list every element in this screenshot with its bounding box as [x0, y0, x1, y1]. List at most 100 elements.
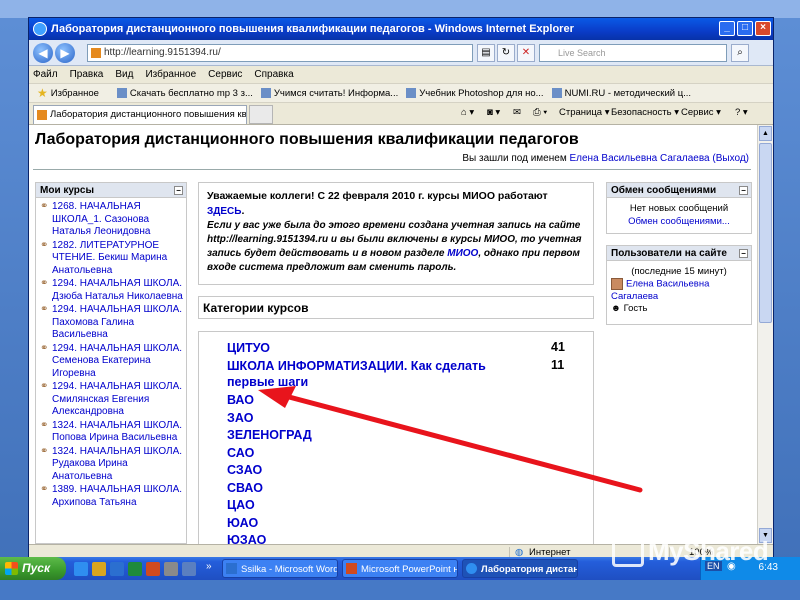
vertical-scrollbar[interactable]: ▲ ▼ — [757, 125, 773, 544]
page-menu[interactable]: Страница ▾ — [559, 107, 609, 118]
taskbar-item-word[interactable]: Ssilka - Microsoft Word н... — [222, 559, 338, 578]
online-users-header: Пользователи на сайте − — [607, 246, 751, 261]
excel-quicklaunch-icon[interactable] — [128, 562, 142, 576]
category-link-continued[interactable]: первые шаги — [227, 374, 308, 390]
no-messages-text: Нет новых сообщений — [629, 203, 729, 214]
tools-menu[interactable]: Сервис ▾ — [681, 107, 721, 118]
messages-block: Обмен сообщениями − Нет новых сообщений … — [606, 182, 752, 234]
category-link[interactable]: ЗЕЛЕНОГРАД — [227, 427, 312, 443]
header-divider — [33, 169, 751, 170]
category-link[interactable]: СЗАО — [227, 462, 262, 478]
print-icon[interactable]: ⎙ ▾ — [533, 107, 547, 118]
close-button[interactable]: × — [755, 21, 771, 36]
categories-list: ЦИТУО 41 ШКОЛА ИНФОРМАТИЗАЦИИ. Как сдела… — [198, 331, 594, 544]
search-icon[interactable]: ⌕ — [731, 44, 749, 62]
favorites-bar: ★ Избранное Скачать бесплатно mp 3 з... … — [29, 83, 773, 103]
search-input[interactable]: Live Search — [539, 44, 727, 62]
list-item: ⚭ 1268. НАЧАЛЬНАЯ ШКОЛА_1. Сазонова Натал… — [40, 201, 151, 237]
avatar — [611, 278, 623, 290]
category-link[interactable]: ЮЗАО — [227, 532, 266, 544]
category-link[interactable]: ЦАО — [227, 497, 255, 513]
ie-logo-icon — [33, 22, 47, 36]
announcement-box: Уважаемые коллеги! С 22 февраля 2010 г. … — [198, 182, 594, 285]
menu-tools[interactable]: Сервис — [208, 69, 242, 80]
mail-icon[interactable]: ✉ — [513, 107, 521, 118]
categories-header: Категории курсов — [198, 296, 594, 319]
category-link[interactable]: ВАО — [227, 392, 254, 408]
category-count: 11 — [551, 358, 565, 372]
category-link[interactable]: САО — [227, 445, 254, 461]
forward-button[interactable]: ▶ — [55, 43, 75, 63]
menu-file[interactable]: Файл — [33, 69, 58, 80]
user-profile-link[interactable]: Елена Васильевна Сагалаева — [569, 153, 709, 164]
online-users-block: Пользователи на сайте − (последние 15 ми… — [606, 245, 752, 325]
slide-background-bottom — [0, 580, 800, 600]
category-link[interactable]: ШКОЛА ИНФОРМАТИЗАЦИИ. Как сделать — [227, 358, 486, 374]
favorite-link-1[interactable]: Скачать бесплатно mp 3 з... — [116, 88, 253, 99]
logout-link[interactable]: (Выход) — [712, 153, 749, 164]
messages-link[interactable]: Обмен сообщениями... — [628, 216, 730, 227]
mioo-link[interactable]: МИОО — [447, 248, 478, 259]
course-icon: ⚭ — [40, 304, 49, 315]
refresh-icon[interactable]: ↻ — [497, 44, 515, 62]
home-icon[interactable]: ⌂ ▾ — [461, 107, 474, 118]
menu-view[interactable]: Вид — [115, 69, 133, 80]
my-courses-header: Мои курсы − — [36, 183, 186, 198]
maximize-button[interactable]: □ — [737, 21, 753, 36]
scroll-thumb[interactable] — [759, 143, 772, 323]
favorite-link-4[interactable]: NUMI.RU - методический ц... — [551, 88, 691, 99]
menu-favorites[interactable]: Избранное — [145, 69, 196, 80]
address-toolbar: ◀ ▶ http://learning.9151394.ru/ ▤ ↻ ✕ Li… — [29, 40, 773, 66]
category-link[interactable]: СВАО — [227, 480, 263, 496]
menu-edit[interactable]: Правка — [70, 69, 104, 80]
word-quicklaunch-icon[interactable] — [110, 562, 124, 576]
app-quicklaunch-icon[interactable] — [182, 562, 196, 576]
category-link[interactable]: ЮАО — [227, 515, 258, 531]
collapse-icon[interactable]: − — [739, 186, 748, 195]
category-link[interactable]: ЗАО — [227, 410, 253, 426]
safety-menu[interactable]: Безопасность ▾ — [611, 107, 679, 118]
ie-window: Лаборатория дистанционного повышения ква… — [28, 17, 774, 563]
stop-icon[interactable]: ✕ — [517, 44, 535, 62]
online-user-link[interactable]: Елена Васильевна Сагалаева — [611, 279, 709, 302]
favorite-link-3[interactable]: Учебник Photoshop для но... — [406, 88, 544, 99]
powerpoint-quicklaunch-icon[interactable] — [146, 562, 160, 576]
start-button[interactable]: Пуск — [0, 557, 66, 580]
menu-help[interactable]: Справка — [254, 69, 293, 80]
window-title: Лаборатория дистанционного повышения ква… — [51, 23, 574, 35]
course-list: ⚭ 1268. НАЧАЛЬНАЯ ШКОЛА_1. Сазонова Натал… — [36, 198, 186, 509]
course-icon: ⚭ — [40, 419, 49, 431]
app-quicklaunch-icon[interactable] — [164, 562, 178, 576]
scroll-up-icon[interactable]: ▲ — [759, 126, 772, 141]
page-title: Лаборатория дистанционного повышения ква… — [35, 131, 579, 148]
course-icon: ⚭ — [40, 445, 49, 457]
more-quicklaunch-icon[interactable]: » — [206, 561, 212, 572]
guest-label: Гость — [623, 302, 648, 314]
taskbar-item-ie[interactable]: Лаборатория дистан... — [462, 559, 578, 578]
feeds-icon[interactable]: ◙ ▾ — [487, 107, 500, 118]
address-input[interactable]: http://learning.9151394.ru/ — [87, 44, 473, 62]
folder-quicklaunch-icon[interactable] — [92, 562, 106, 576]
minimize-button[interactable]: _ — [719, 21, 735, 36]
course-icon: ⚭ — [40, 239, 49, 251]
login-info: Вы зашли под именем Елена Васильевна Саг… — [462, 153, 749, 164]
watermark-logo-icon — [612, 539, 644, 568]
window-titlebar[interactable]: Лаборатория дистанционного повышения ква… — [29, 18, 773, 40]
help-icon[interactable]: ? ▾ — [735, 107, 748, 118]
page-icon — [551, 88, 562, 98]
new-tab-button[interactable] — [249, 105, 273, 124]
list-item: ⚭ 1294. НАЧАЛЬНАЯ ШКОЛА. Семенова Екатери… — [40, 342, 183, 379]
compatibility-icon[interactable]: ▤ — [477, 44, 495, 62]
collapse-icon[interactable]: − — [174, 186, 183, 195]
messages-header: Обмен сообщениями − — [607, 183, 751, 198]
category-link[interactable]: ЦИТУО — [227, 340, 270, 356]
site-favicon-icon — [91, 48, 101, 58]
tab-active[interactable]: Лаборатория дистанционного повышения ква… — [33, 105, 247, 124]
favorites-button[interactable]: ★ Избранное — [37, 86, 99, 100]
favorite-link-2[interactable]: Учимся считать! Информа... — [260, 88, 398, 99]
ie-quicklaunch-icon[interactable] — [74, 562, 88, 576]
taskbar-item-powerpoint[interactable]: Microsoft PowerPoint не... — [342, 559, 458, 578]
collapse-icon[interactable]: − — [739, 249, 748, 258]
here-link[interactable]: ЗДЕСЬ — [207, 206, 241, 217]
back-button[interactable]: ◀ — [33, 43, 53, 63]
